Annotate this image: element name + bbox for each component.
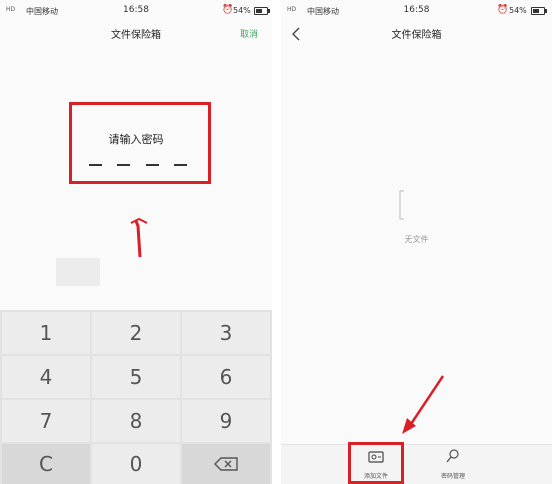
key-delete[interactable]: [182, 444, 270, 484]
pin-slot-1[interactable]: [89, 164, 102, 166]
add-file-icon: [368, 451, 384, 463]
key-8[interactable]: 8: [92, 400, 180, 442]
page-title: 文件保险箱: [111, 30, 161, 41]
pin-slot-4[interactable]: [174, 164, 187, 166]
key-7[interactable]: 7: [2, 400, 90, 442]
battery-percent: 54%: [509, 6, 527, 15]
battery-icon: [531, 7, 547, 15]
password-prompt: 请输入密码: [108, 133, 164, 146]
status-bar: HD 中国移动 16:58 ⏰ 54%: [281, 0, 552, 22]
key-0[interactable]: 0: [92, 444, 180, 484]
blurred-area: [56, 258, 100, 286]
bottom-toolbar: [281, 444, 552, 484]
key-4[interactable]: 4: [2, 356, 90, 398]
key-clear[interactable]: C: [2, 444, 90, 484]
key-2[interactable]: 2: [92, 312, 180, 354]
empty-folder-icon: [399, 190, 404, 220]
search-key-icon: [446, 449, 459, 463]
status-bar: HD 中国移动 16:58 ⏰ 54%: [0, 0, 272, 22]
backspace-icon: [214, 457, 238, 471]
alarm-icon: ⏰: [497, 5, 509, 15]
nav-bar: 文件保险箱: [281, 22, 552, 46]
add-file-label: 添加文件: [363, 473, 388, 480]
battery-percent: 54%: [233, 6, 251, 15]
key-1[interactable]: 1: [2, 312, 90, 354]
alarm-icon: ⏰: [222, 5, 234, 15]
page-title: 文件保险箱: [391, 30, 442, 41]
key-9[interactable]: 9: [182, 400, 270, 442]
key-5[interactable]: 5: [92, 356, 180, 398]
numeric-keypad: 1 2 3 4 5 6 7 8 9 C 0: [0, 310, 272, 484]
left-phone-screen: HD 中国移动 16:58 ⏰ 54% 文件保险箱 取消 请输入密码 1 2 3…: [0, 0, 272, 484]
empty-state-text: 无文件: [404, 235, 429, 244]
key-3[interactable]: 3: [182, 312, 270, 354]
annotation-arrow-icon: [130, 217, 148, 258]
key-6[interactable]: 6: [182, 356, 270, 398]
add-file-button[interactable]: 添加文件: [346, 448, 406, 480]
pin-slot-3[interactable]: [146, 164, 159, 166]
battery-icon: [254, 7, 270, 15]
nav-bar: 文件保险箱 取消: [0, 22, 272, 46]
annotation-arrow-icon: [402, 375, 445, 434]
pin-slot-2[interactable]: [117, 164, 130, 166]
password-manage-label: 密码管理: [440, 473, 465, 480]
cancel-button[interactable]: 取消: [240, 27, 258, 40]
right-phone-screen: HD 中国移动 16:58 ⏰ 54% 文件保险箱 无文件 添加文件 密码管理: [281, 0, 552, 484]
password-manage-button[interactable]: 密码管理: [423, 448, 483, 480]
